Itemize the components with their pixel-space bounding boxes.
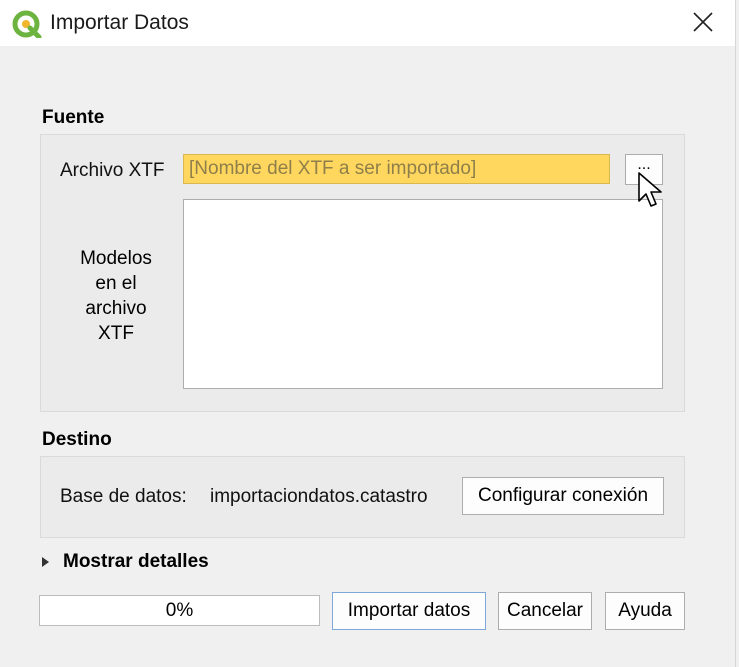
browse-button[interactable]: ... [625, 154, 663, 185]
import-button-label: Importar datos [347, 600, 471, 621]
source-section-title: Fuente [42, 107, 105, 128]
models-list[interactable] [183, 199, 663, 389]
progress-text: 0% [165, 599, 194, 621]
import-button[interactable]: Importar datos [332, 592, 486, 630]
progress-bar: 0% [39, 595, 320, 626]
close-icon [693, 12, 713, 32]
expand-arrow-icon [42, 557, 49, 567]
window-title: Importar Datos [50, 11, 189, 34]
xtf-file-input[interactable] [183, 154, 610, 184]
show-details-label: Mostrar detalles [63, 551, 209, 572]
cancel-button-label: Cancelar [506, 600, 584, 621]
configure-connection-label: Configurar conexión [477, 485, 649, 506]
models-label-line: archivo [85, 298, 147, 319]
show-details-toggle[interactable]: Mostrar detalles [42, 550, 209, 574]
models-label-line: XTF [98, 323, 134, 344]
help-button[interactable]: Ayuda [605, 592, 685, 630]
database-value: importaciondatos.catastro [210, 486, 428, 507]
qgis-logo-icon [12, 10, 42, 38]
models-label-line: Modelos [80, 248, 152, 269]
help-button-label: Ayuda [618, 600, 672, 621]
destination-section-title: Destino [42, 429, 112, 450]
title-bar: Importar Datos [0, 0, 735, 46]
import-data-dialog: Importar Datos Fuente Archivo XTF ... Mo… [0, 0, 736, 667]
configure-connection-button[interactable]: Configurar conexión [462, 477, 664, 515]
browse-button-label: ... [637, 156, 651, 173]
cancel-button[interactable]: Cancelar [498, 592, 592, 630]
xtf-file-label: Archivo XTF [60, 160, 165, 181]
models-label-line: en el [95, 273, 137, 294]
database-label: Base de datos: [60, 486, 187, 507]
models-label: Modelos en el archivo XTF [60, 246, 172, 346]
close-button[interactable] [683, 5, 723, 39]
